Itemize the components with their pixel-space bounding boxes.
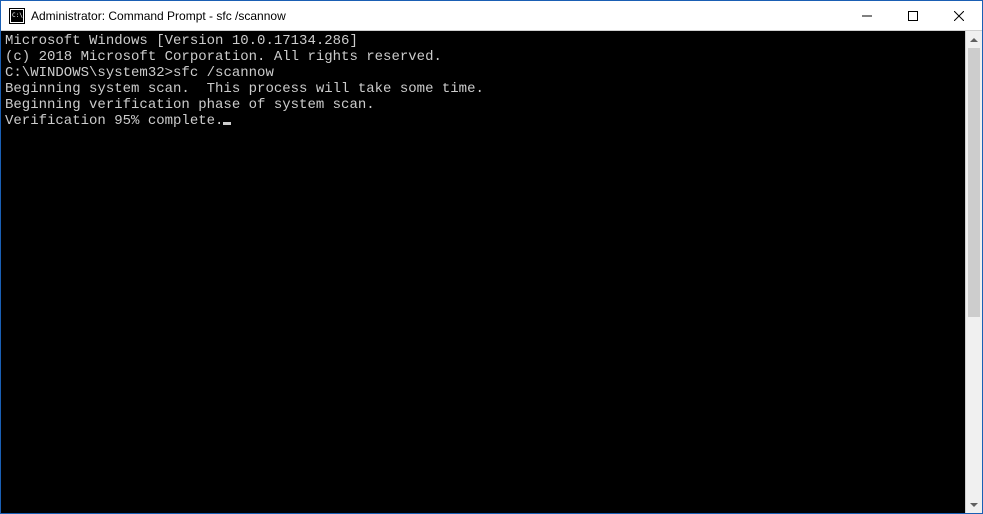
minimize-button[interactable] [844,1,890,30]
vertical-scrollbar[interactable] [965,31,982,513]
cursor [223,122,231,125]
titlebar[interactable]: C:\ Administrator: Command Prompt - sfc … [1,1,982,31]
scroll-track[interactable] [966,48,982,496]
close-button[interactable] [936,1,982,30]
terminal-line: Beginning verification phase of system s… [5,97,961,113]
window-controls [844,1,982,30]
terminal-line: (c) 2018 Microsoft Corporation. All righ… [5,49,961,65]
command-text: sfc /scannow [173,65,274,81]
terminal-output[interactable]: Microsoft Windows [Version 10.0.17134.28… [1,31,965,513]
maximize-button[interactable] [890,1,936,30]
scroll-up-arrow-icon[interactable] [966,31,982,48]
terminal-line: Beginning system scan. This process will… [5,81,961,97]
terminal-line: Verification 95% complete. [5,113,961,129]
svg-text:C:\: C:\ [12,12,23,19]
terminal-line: C:\WINDOWS\system32>sfc /scannow [5,65,961,81]
cmd-icon: C:\ [9,8,25,24]
scroll-thumb[interactable] [968,48,980,317]
prompt: C:\WINDOWS\system32> [5,65,173,81]
content-area: Microsoft Windows [Version 10.0.17134.28… [1,31,982,513]
window-title: Administrator: Command Prompt - sfc /sca… [31,9,844,23]
verification-progress: Verification 95% complete. [5,113,223,129]
scroll-down-arrow-icon[interactable] [966,496,982,513]
terminal-line: Microsoft Windows [Version 10.0.17134.28… [5,33,961,49]
command-prompt-window: C:\ Administrator: Command Prompt - sfc … [0,0,983,514]
